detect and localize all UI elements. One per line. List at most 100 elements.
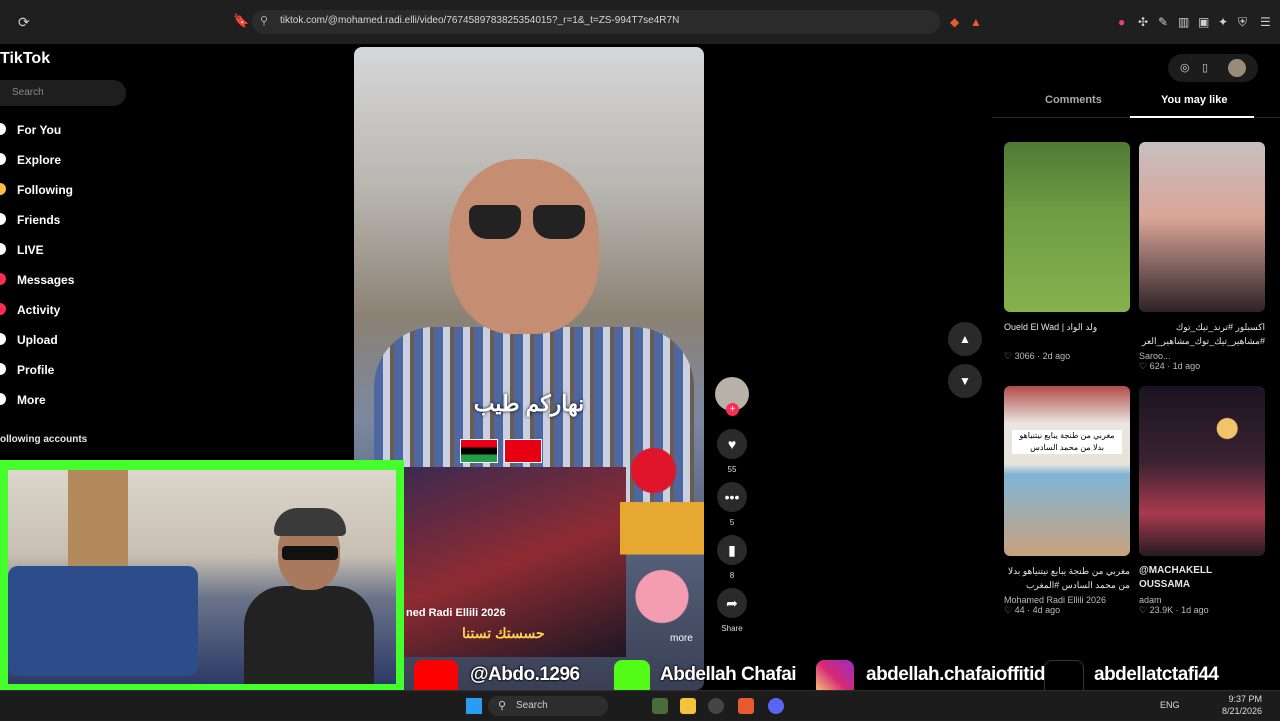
search-placeholder: Search (12, 87, 44, 98)
save-button[interactable]: ▮ 8 (712, 535, 752, 580)
search-icon: ⚲ (498, 700, 507, 712)
suggested-video-thumbnail[interactable] (1139, 386, 1265, 556)
following-avatar-icon (0, 183, 6, 195)
sidebar-icon[interactable]: ▥ (1178, 15, 1189, 29)
address-url[interactable]: tiktok.com/@mohamed.radi.elli/video/7674… (280, 15, 679, 26)
windows-start-icon[interactable] (466, 698, 482, 714)
clock-date: 8/21/2026 (1222, 706, 1263, 716)
suggested-video-thumbnail[interactable] (1004, 142, 1130, 312)
compass-icon (0, 153, 6, 165)
suggested-video-thumbnail[interactable]: مغربي من طنجة يبايع نيتنياهو بدلا من محمد… (1004, 386, 1130, 556)
steam-icon[interactable] (708, 698, 724, 714)
file-explorer-icon[interactable] (680, 698, 696, 714)
instagram-handle: abdellah.chafaioffitid (866, 664, 1046, 685)
taskbar: ⚲ Search ENG 9:37 PM 8/21/2026 (0, 690, 1280, 721)
brave-shield-icon[interactable]: ◆ (950, 15, 959, 29)
tiktok-logo[interactable]: TikTok (0, 50, 50, 68)
next-video-button[interactable]: ▼ (948, 364, 982, 398)
active-tab-indicator (1130, 116, 1254, 118)
vpn-icon[interactable]: ⛨ (1238, 15, 1247, 30)
mobile-icon[interactable]: ▯ (1202, 61, 1208, 74)
home-icon (0, 123, 6, 135)
share-icon[interactable]: ➦ (717, 588, 747, 618)
search-input[interactable]: Search (0, 80, 126, 106)
chevron-down-icon: ▼ (959, 374, 971, 388)
kick-handle: Abdellah Chafai (660, 664, 797, 685)
like-count: 55 (727, 465, 737, 474)
friends-icon (0, 213, 6, 225)
bookmark-icon[interactable]: 🔖 (233, 13, 249, 29)
action-rail: + ♥ 55 ••• 5 ▮ 8 ➦ Share (712, 44, 752, 690)
extension-icon[interactable]: ● (1118, 15, 1125, 29)
address-bar[interactable]: ⚲ tiktok.com/@mohamed.radi.elli/video/76… (252, 10, 940, 34)
language-indicator[interactable]: ENG (1160, 700, 1180, 710)
bookmark-icon[interactable]: ▮ (717, 535, 747, 565)
system-clock[interactable]: 9:37 PM 8/21/2026 (1222, 693, 1262, 717)
comment-icon[interactable]: ••• (717, 482, 747, 512)
puzzle-icon[interactable]: ✣ (1138, 15, 1148, 29)
suggested-video-card[interactable]: Oueld El Wad | ولد الواد ♡ 3066 · 2d ago (1004, 142, 1130, 362)
embedded-video-title: ned Radi Ellili 2026 (406, 607, 506, 619)
reload-icon[interactable]: ⟳ (18, 14, 30, 31)
activity-icon (0, 303, 6, 315)
site-info-icon[interactable]: ⚲ (260, 14, 268, 27)
webcam-door (68, 470, 128, 580)
more-icon (0, 393, 6, 405)
heart-icon[interactable]: ♥ (717, 429, 747, 459)
suggested-video-title[interactable]: @MACHAKELL OUSSAMA (1139, 564, 1265, 592)
suggested-video-stats: Mohamed Radi Ellili 2026 ♡ 44 · 4d ago (1004, 595, 1107, 615)
suggested-video-overlay-text: مغربي من طنجة يبايع نيتنياهو بدلا من محمد… (1012, 430, 1122, 454)
suggested-video-title[interactable]: اكسبلور #ترند_تيك_توك #مشاهير_تيك_توك_مش… (1139, 320, 1265, 348)
tab-comments[interactable]: Comments (1045, 94, 1102, 106)
brave-icon[interactable] (738, 698, 754, 714)
autoscroll-icon[interactable]: ◎ (1180, 61, 1190, 74)
youtube-handle: @Abdo.1296 (470, 664, 580, 685)
share-button[interactable]: ➦ Share (712, 588, 752, 633)
tab-you-may-like[interactable]: You may like (1161, 94, 1227, 106)
chevron-up-icon: ▲ (959, 332, 971, 346)
roses-sticker (620, 439, 704, 649)
suggested-video-thumbnail[interactable] (1139, 142, 1265, 312)
clock-time: 9:37 PM (1228, 694, 1263, 704)
save-count: 8 (729, 571, 735, 580)
webcam-sofa (8, 566, 198, 676)
upload-icon (0, 333, 6, 345)
discord-icon[interactable] (768, 698, 784, 714)
leo-icon[interactable]: ✦ (1218, 15, 1228, 29)
taskbar-search[interactable]: ⚲ Search (488, 696, 608, 716)
video-caption: نهاركم طيب (473, 391, 585, 416)
taskbar-app-icon[interactable] (652, 698, 668, 714)
previous-video-button[interactable]: ▲ (948, 322, 982, 356)
comment-count: 5 (729, 518, 735, 527)
user-avatar[interactable] (1228, 59, 1246, 77)
menu-icon[interactable]: ☰ (1260, 15, 1271, 29)
player-controls: ◎ ▯ (1168, 54, 1258, 82)
messages-icon (0, 273, 6, 285)
creator-avatar[interactable]: + (715, 377, 749, 416)
suggested-video-title[interactable]: Oueld El Wad | ولد الواد (1004, 320, 1130, 348)
pin-icon[interactable]: ✎ (1158, 15, 1168, 29)
tiktok-handle: abdellatctafi44 (1094, 664, 1219, 685)
flags-sticker (460, 439, 590, 492)
video-face (449, 159, 599, 334)
suggested-video-stats: Saroo... ♡ 624 · 1d ago (1139, 351, 1201, 371)
wallet-icon[interactable]: ▣ (1198, 15, 1209, 29)
suggested-video-stats: ♡ 3066 · 2d ago (1004, 351, 1071, 361)
taskbar-search-label: Search (516, 700, 548, 711)
comment-button[interactable]: ••• 5 (712, 482, 752, 527)
suggested-video-card[interactable]: اكسبلور #ترند_تيك_توك #مشاهير_تيك_توك_مش… (1139, 142, 1265, 372)
brave-rewards-icon[interactable]: ▲ (970, 15, 982, 29)
live-icon (0, 243, 6, 255)
video-player[interactable]: نهاركم طيب ned Radi Ellili 2026 حسستك تس… (354, 47, 704, 690)
follow-plus-icon[interactable]: + (726, 403, 739, 416)
suggested-video-card[interactable]: @MACHAKELL OUSSAMA adam ♡ 23.9K · 1d ago (1139, 386, 1265, 616)
panel-tabs: Comments You may like (992, 88, 1280, 118)
caption-more-link[interactable]: more (670, 633, 693, 644)
video-sunglasses (469, 205, 587, 241)
suggested-video-stats: adam ♡ 23.9K · 1d ago (1139, 595, 1209, 615)
like-button[interactable]: ♥ 55 (712, 429, 752, 474)
embedded-video-thumbnail: ned Radi Ellili 2026 حسستك تستنا (402, 467, 626, 657)
suggested-video-card[interactable]: مغربي من طنجة يبايع نيتنياهو بدلا من محمد… (1004, 386, 1130, 616)
suggested-video-title[interactable]: مغربي من طنجة يبايع نيتنياهو بدلا من محم… (1004, 564, 1130, 592)
share-label: Share (721, 624, 743, 633)
